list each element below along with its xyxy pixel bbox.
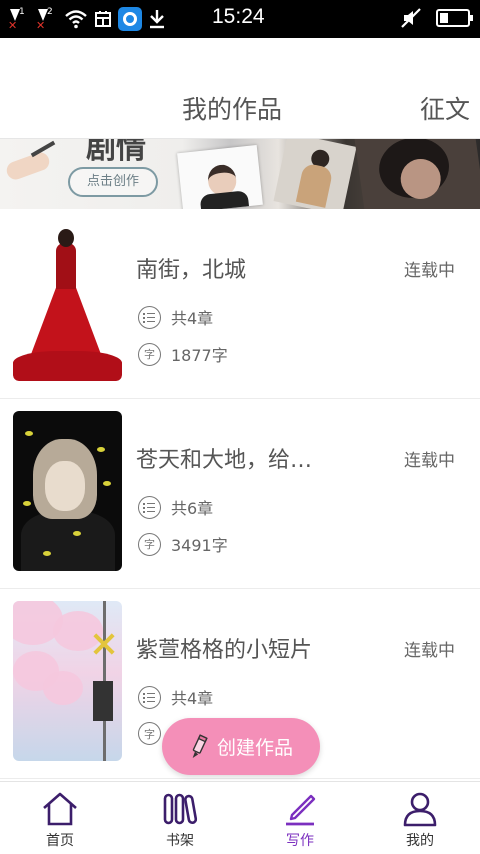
header: 我的作品 征文 [0,38,480,139]
banner-title-fragment: 剧情 [86,139,146,166]
sim2-no-signal-icon: 2 ✕ [36,7,53,32]
user-icon [403,792,437,827]
work-chapter-count: 共4章 [138,685,213,709]
work-title: 紫萱格格的小短片 [136,638,313,663]
tab-my-works[interactable]: 我的作品 [182,90,282,126]
work-title: 南街，北城 [136,258,247,283]
nav-label-me: 我的 [406,833,434,849]
work-title: 苍天和大地，给… [136,448,313,473]
battery-icon [436,9,473,27]
chapter-list-icon [138,685,161,709]
create-work-label: 创建作品 [216,737,293,759]
banner-photo-couple [273,139,357,209]
pencil-icon [192,733,208,758]
chapter-count-text: 共6章 [171,499,214,518]
word-count-icon: 字 [138,342,161,366]
nav-item-write[interactable]: 写作 [240,782,360,854]
word-count-text: 1877字 [171,346,228,365]
chapter-count-text: 共4章 [171,689,214,708]
tab-essay-contest[interactable]: 征文 [420,90,470,126]
work-status-badge: 连载中 [404,261,455,281]
nav-label-write: 写作 [286,833,314,849]
chapter-count-text: 共4章 [171,309,214,328]
status-icons-right [400,7,473,29]
nav-item-me[interactable]: 我的 [360,782,480,854]
work-item[interactable]: 南街，北城 连载中 共4章 字 1877字 [0,209,480,399]
work-word-count: 字 1877字 [138,342,228,366]
word-count-text: 3491字 [171,536,228,555]
work-status-badge: 连载中 [404,641,455,661]
work-word-count: 字 3491字 [138,532,228,556]
work-chapter-count: 共6章 [138,495,213,519]
banner-create-button[interactable]: 点击创作 [68,167,158,197]
status-time: 15:24 [212,5,265,28]
bookshelf-icon [163,793,198,825]
home-icon [43,792,77,826]
chapter-list-icon [138,495,161,519]
work-cover-image [13,411,122,571]
status-bar: 1 ✕ 2 ✕ 15:24 [0,0,480,38]
nav-item-bookshelf[interactable]: 书架 [120,782,240,854]
calendar-icon [95,11,111,27]
banner-hand-image [4,150,52,182]
nav-label-home: 首页 [46,833,74,849]
status-icons-left: 1 ✕ 2 ✕ [8,6,166,32]
banner-photo-portrait [177,144,263,209]
work-chapter-count: 共4章 [138,305,213,329]
app-notification-icon [118,7,142,31]
work-status-badge: 连载中 [404,451,455,471]
nav-label-bookshelf: 书架 [166,833,194,849]
bottom-nav: 首页 书架 写作 我的 [0,781,480,854]
work-cover-image [13,601,122,761]
nav-item-home[interactable]: 首页 [0,782,120,854]
mute-icon [401,8,421,28]
sim1-no-signal-icon: 1 ✕ [8,7,25,32]
write-icon [286,794,316,826]
chapter-list-icon [138,305,161,329]
banner-photo-closeup [354,139,480,209]
create-work-button[interactable]: 创建作品 [162,718,320,775]
work-cover-image [13,221,122,381]
word-count-icon: 字 [138,722,161,745]
wifi-icon [65,10,87,29]
download-icon [150,10,164,29]
word-count-icon: 字 [138,532,161,556]
work-item[interactable]: 苍天和大地，给… 连载中 共6章 字 3491字 [0,399,480,589]
works-list: 南街，北城 连载中 共4章 字 1877字 苍天和大地，给… 连载中 共6章 字… [0,209,480,779]
promo-banner[interactable]: 剧情 点击创作 [0,139,480,209]
screen: 1 ✕ 2 ✕ 15:24 我的作品 征文 剧情 点击创作 南街，北城 连载中 … [0,0,480,854]
